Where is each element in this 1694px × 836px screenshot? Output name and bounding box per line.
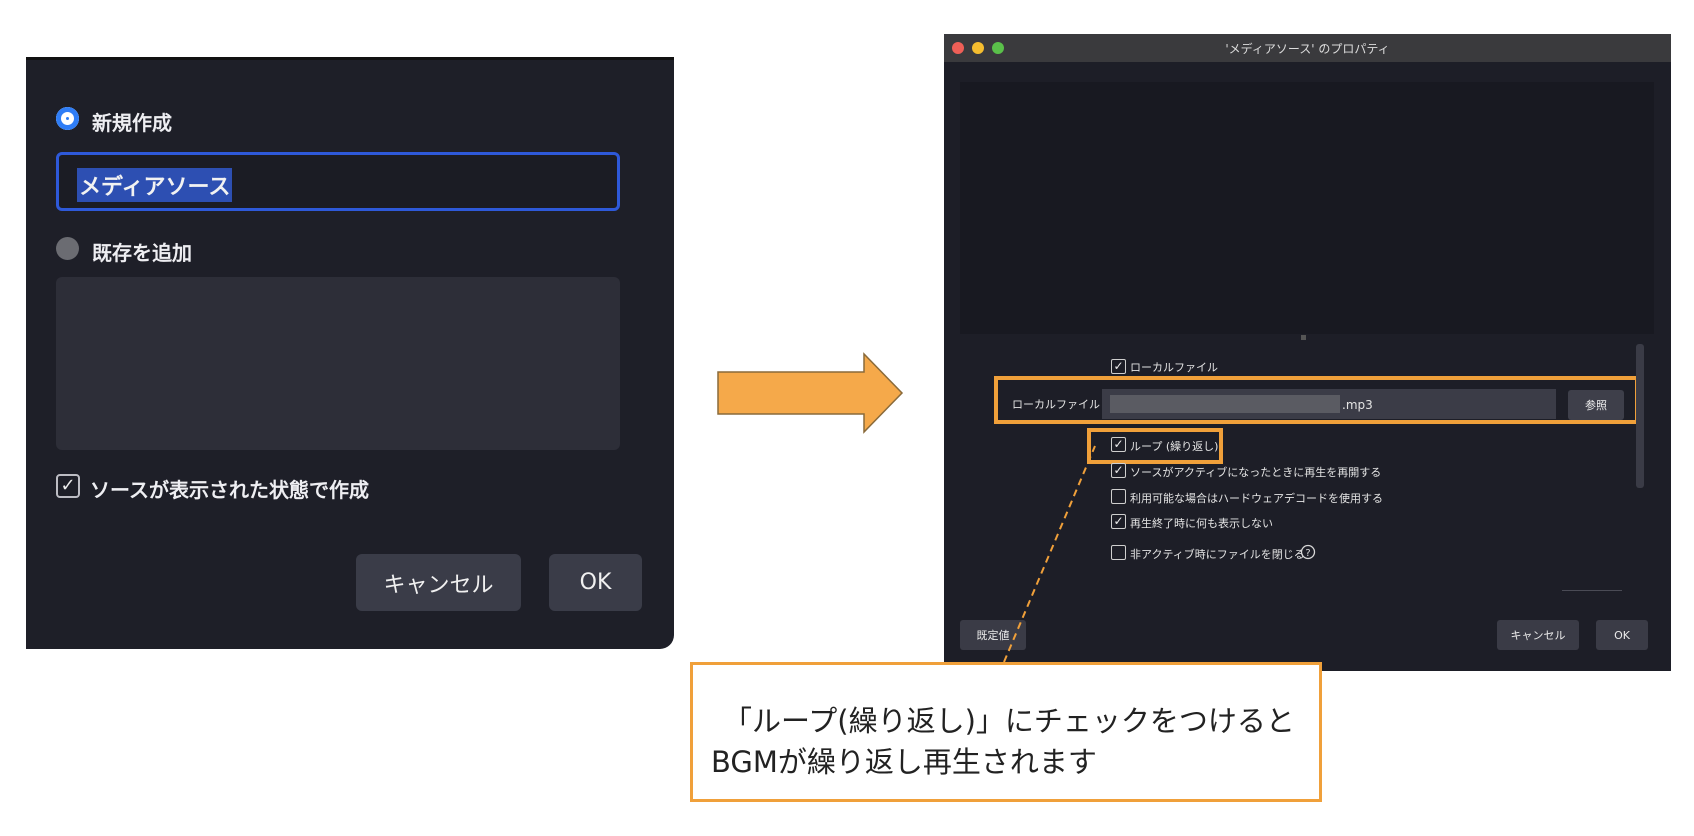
callout-line-1: 「ループ(繰り返し)」にチェックをつけると [723,704,1295,738]
callout-line-2: BGMが繰り返し再生されます [711,745,1097,779]
annotation-callout: 「ループ(繰り返し)」にチェックをつけると BGMが繰り返し再生されます [690,662,1322,802]
